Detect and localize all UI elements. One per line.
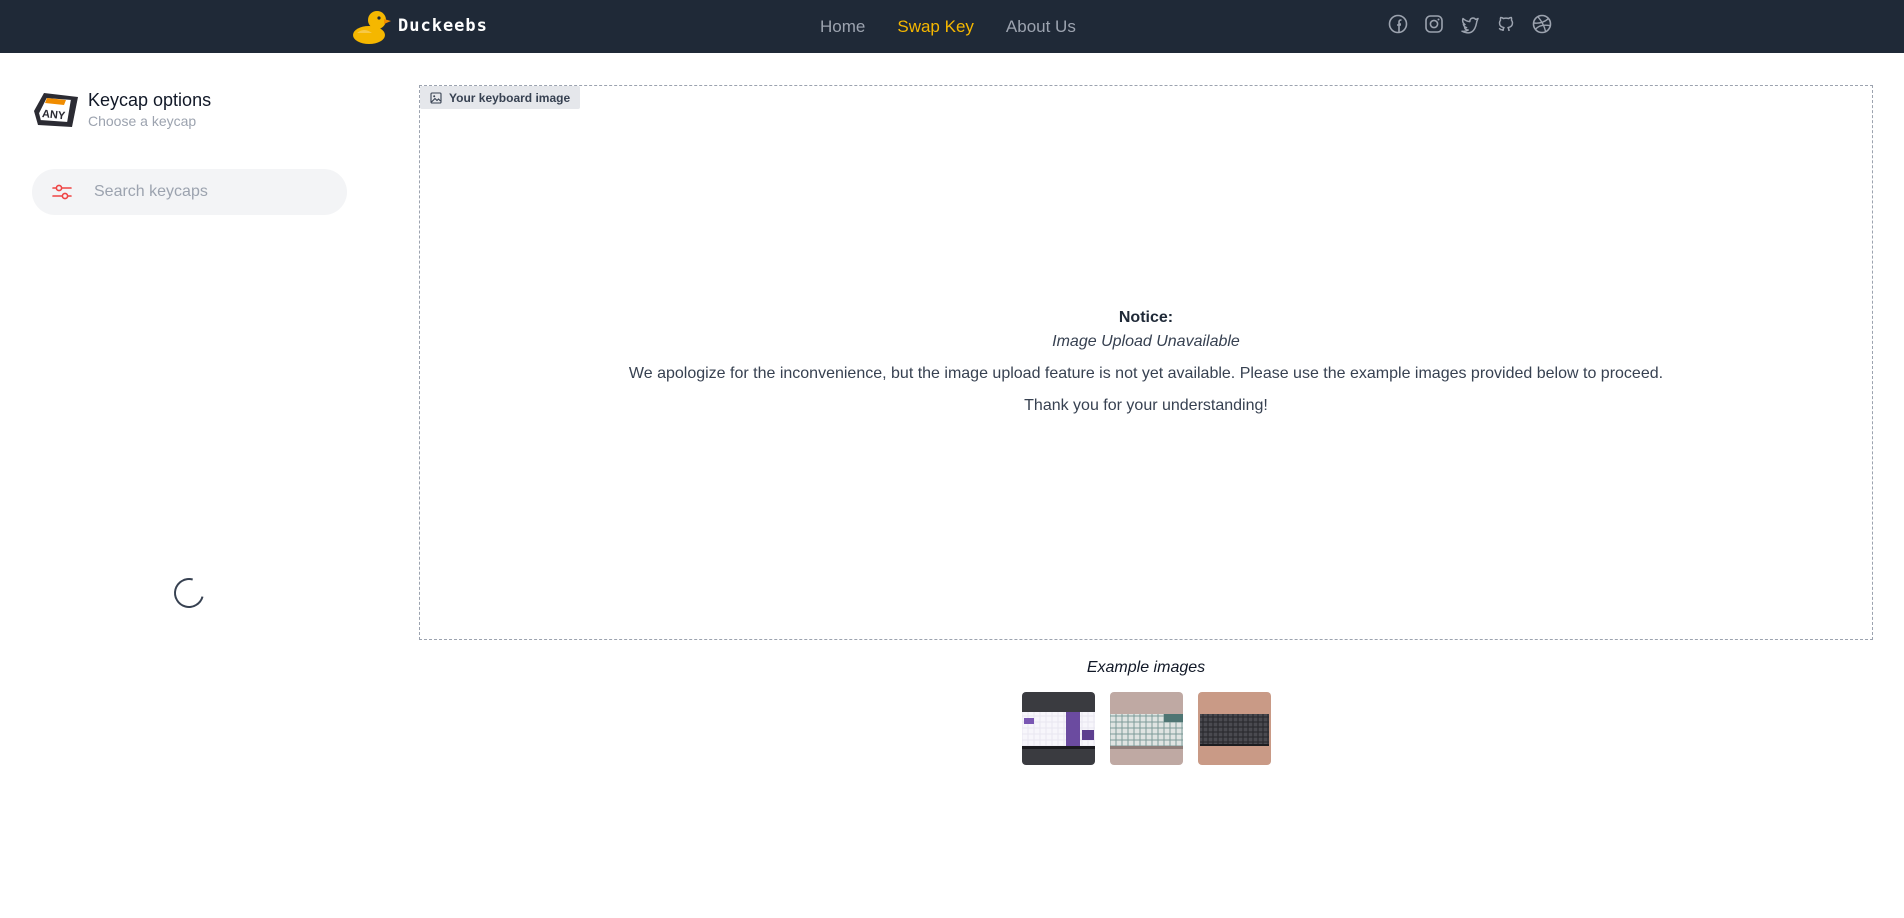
keyboard-image-dropzone[interactable] (419, 85, 1873, 640)
instagram-icon[interactable] (1424, 14, 1446, 36)
github-icon[interactable] (1496, 14, 1518, 36)
twitter-icon[interactable] (1460, 14, 1482, 36)
keycap-any-logo-icon: ANY (34, 93, 78, 127)
keycap-options-subtitle: Choose a keycap (88, 113, 197, 129)
example-images-title: Example images (1086, 659, 1206, 676)
keycap-search-bar (32, 169, 347, 215)
nav-home-link[interactable]: Home (820, 17, 865, 37)
notice-title: Notice: (1118, 309, 1174, 326)
brand-logo-link[interactable]: Duckeebs (352, 6, 488, 46)
nav-about-us-link[interactable]: About Us (1006, 17, 1076, 37)
keyboard-image-label: Your keyboard image (420, 86, 581, 109)
top-navbar: Duckeebs Home Swap Key About Us (0, 0, 1904, 53)
keyboard-image-label-text: Your keyboard image (449, 90, 571, 105)
keycap-options-title: Keycap options (88, 90, 212, 110)
notice-subtitle: Image Upload Unavailable (1052, 333, 1240, 350)
duck-logo-icon (353, 11, 391, 44)
main-nav: Home Swap Key About Us (820, 0, 1108, 53)
example-image-3[interactable] (1198, 692, 1271, 765)
search-keycaps-input[interactable] (92, 182, 336, 202)
svg-text:ANY: ANY (41, 108, 66, 122)
social-links (1388, 14, 1568, 36)
facebook-icon[interactable] (1388, 14, 1410, 36)
example-image-1[interactable] (1022, 692, 1095, 765)
notice-body: We apologize for the inconvenience, but … (628, 365, 1664, 382)
image-icon (430, 91, 442, 104)
dribbble-icon[interactable] (1532, 14, 1554, 36)
brand-name: Duckeebs (398, 16, 488, 36)
example-image-2[interactable] (1110, 692, 1183, 765)
notice-thanks: Thank you for your understanding! (1024, 397, 1268, 414)
loading-spinner (168, 572, 210, 614)
nav-swap-key-link[interactable]: Swap Key (897, 17, 974, 37)
filter-sliders-icon[interactable] (50, 180, 74, 204)
